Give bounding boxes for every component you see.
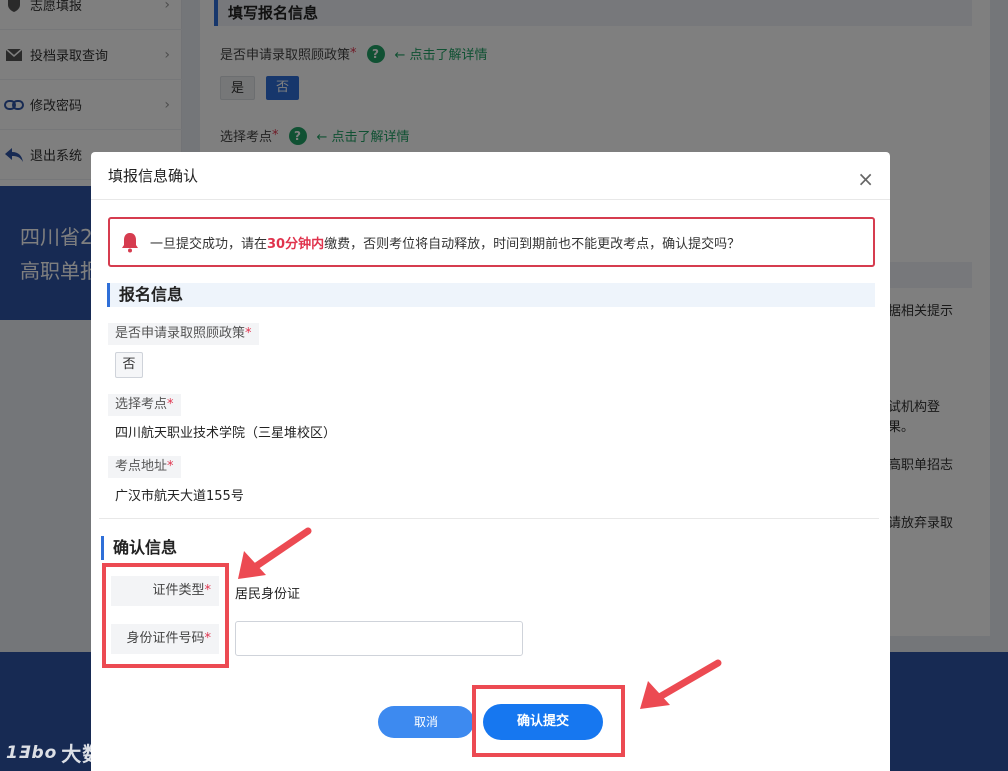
- policy-value-chip: 否: [115, 352, 143, 378]
- policy-label: 是否申请录取照顾政策*: [108, 323, 259, 345]
- site-label: 选择考点*: [108, 394, 181, 416]
- id-number-input[interactable]: [235, 621, 523, 656]
- dialog-title: 填报信息确认: [108, 167, 199, 185]
- bell-icon: [120, 231, 140, 253]
- warning-alert: 一旦提交成功，请在30分钟内缴费，否则考位将自动释放，时间到期前也不能更改考点，…: [108, 217, 875, 267]
- watermark: 1Ǝbo 大数跨境: [6, 738, 145, 767]
- watermark-logo: 1Ǝbo: [6, 742, 58, 763]
- site-value: 四川航天职业技术学院（三星堆校区）: [115, 426, 337, 441]
- annotation-arrow-icon: [640, 659, 722, 709]
- address-value: 广汉市航天大道155号: [115, 489, 244, 504]
- id-type-value: 居民身份证: [235, 587, 301, 602]
- dialog-header: 填报信息确认 ×: [91, 152, 890, 200]
- annotation-highlight-box: [102, 563, 229, 668]
- confirm-section-title: 确认信息: [101, 536, 869, 560]
- annotation-highlight-box: [472, 685, 625, 757]
- close-icon[interactable]: ×: [857, 152, 874, 206]
- alert-text: 一旦提交成功，请在30分钟内缴费，否则考位将自动释放，时间到期前也不能更改考点，…: [150, 236, 741, 252]
- registration-section-title: 报名信息: [107, 283, 875, 307]
- watermark-text: 大数跨境: [61, 742, 146, 766]
- alert-highlight: 30分钟内: [267, 236, 325, 252]
- address-label: 考点地址*: [108, 456, 181, 478]
- annotation-arrow-icon: [238, 527, 312, 579]
- cancel-button[interactable]: 取消: [378, 706, 474, 738]
- confirm-dialog: 填报信息确认 × 一旦提交成功，请在30分钟内缴费，否则考位将自动释放，时间到期…: [91, 152, 890, 771]
- divider: [99, 518, 879, 519]
